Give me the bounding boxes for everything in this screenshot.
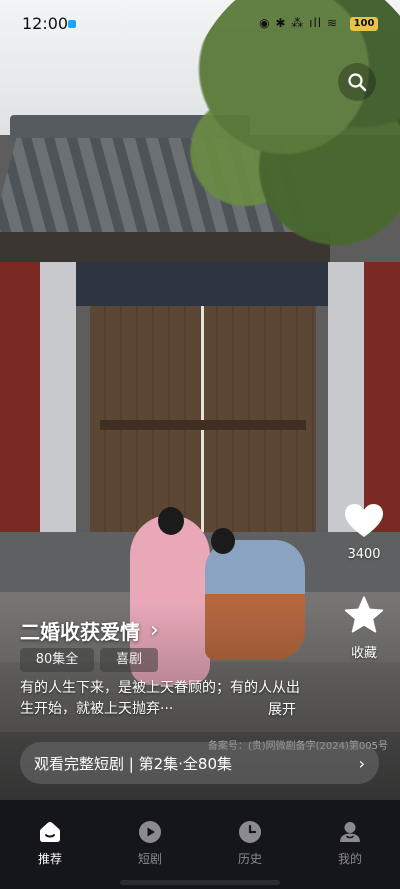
signal-icons: ◉ ✱ ⁂ ıll ≋ <box>259 16 338 30</box>
home-icon <box>40 822 60 842</box>
red-pillar-left <box>0 262 40 562</box>
nav-item-mine[interactable]: 我的 <box>315 820 385 889</box>
actress-head <box>158 507 184 535</box>
nav-label: 推荐 <box>37 852 62 866</box>
synopsis: 有的人生下来，是被上天眷顾的；有的人从出生开始，就被上天抛弃··· <box>20 680 300 717</box>
nav-item-recommend[interactable]: 推荐 <box>15 820 85 889</box>
actress-head <box>211 528 235 554</box>
nav-label: 我的 <box>337 852 362 866</box>
nav-item-history[interactable]: 历史 <box>215 820 285 889</box>
genre-tag[interactable]: 喜剧 <box>100 648 158 672</box>
home-indicator <box>120 880 280 885</box>
favorite-label: 收藏 <box>350 646 377 661</box>
chevron-right-icon: › <box>358 753 365 773</box>
status-bar: 12:00 ◉ ✱ ⁂ ıll ≋ 100 <box>0 0 400 48</box>
status-time: 12:00 <box>22 14 69 33</box>
bottom-nav: 推荐 短剧 历史 我的 <box>0 800 400 889</box>
search-icon <box>348 73 367 92</box>
gate-gap <box>201 306 204 532</box>
battery-icon: 100 <box>350 17 378 31</box>
episode-count-tag: 80集全 <box>20 648 94 672</box>
clock-icon <box>239 821 261 843</box>
favorite-button[interactable]: 收藏 <box>342 596 386 661</box>
heart-icon <box>345 504 383 537</box>
tag-list: 80集全 喜剧 <box>20 648 158 672</box>
nav-item-short-drama[interactable]: 短剧 <box>115 820 185 889</box>
like-button[interactable]: 3400 <box>342 503 386 573</box>
like-count: 3400 <box>347 547 381 562</box>
chevron-right-icon: › <box>150 618 159 643</box>
user-icon <box>340 822 360 842</box>
wall-left <box>40 262 76 562</box>
nav-label: 短剧 <box>137 852 162 866</box>
drama-title-link[interactable]: 二婚收获爱情 › <box>20 616 159 645</box>
star-icon <box>344 596 384 633</box>
gate-crossbar <box>100 420 306 430</box>
drama-title: 二婚收获爱情 <box>20 620 140 644</box>
watch-full-drama-label: 观看完整短剧 | 第2集·全80集 <box>34 754 232 773</box>
notification-icon <box>68 20 76 28</box>
expand-button[interactable]: 展开 <box>268 699 296 719</box>
play-icon <box>139 821 161 843</box>
watch-full-drama-button[interactable]: 观看完整短剧 | 第2集·全80集 › <box>20 742 379 784</box>
search-button[interactable] <box>338 63 376 101</box>
nav-label: 历史 <box>237 852 262 866</box>
